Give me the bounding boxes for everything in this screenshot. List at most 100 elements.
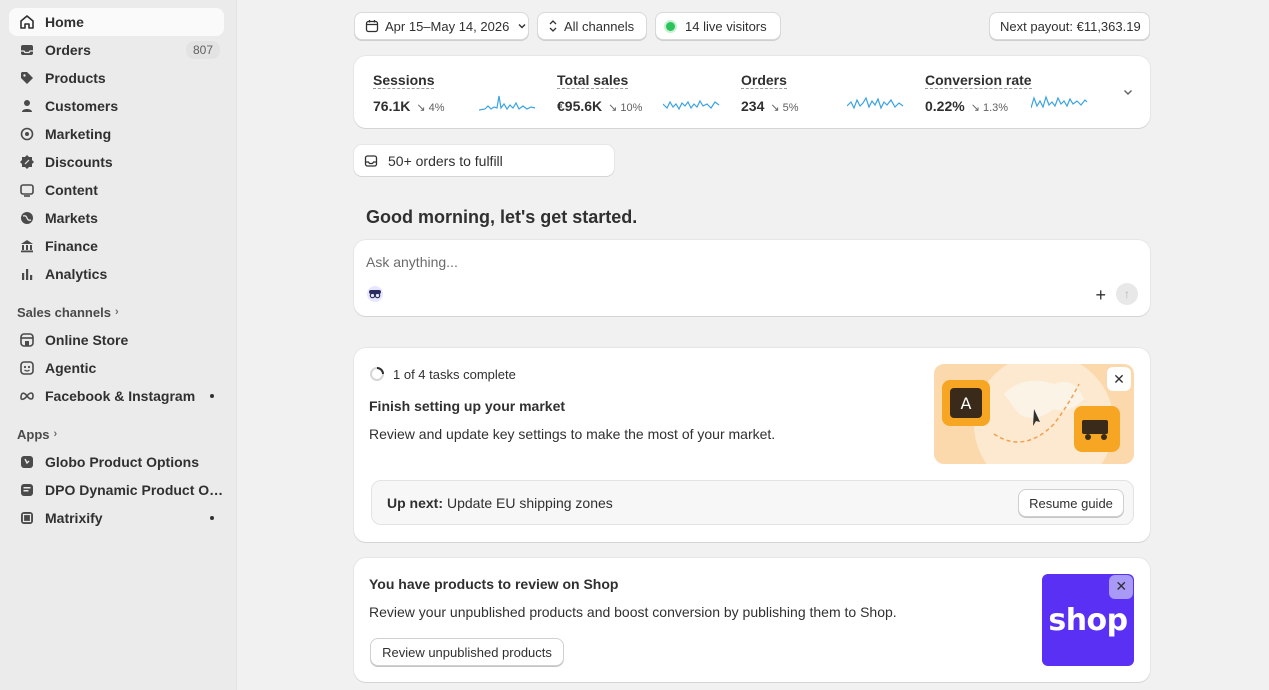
metrics-card[interactable]: Sessions 76.1K ↘ 4% Total sales €95.6K ↘ 1… (354, 56, 1150, 128)
target-icon (17, 124, 37, 144)
progress-ring-icon (370, 367, 384, 381)
metric-conversion-rate[interactable]: Conversion rate 0.22% ↘ 1.3% (925, 72, 1095, 114)
sidebar: Home Orders 807 Products Customers Marke… (0, 0, 237, 690)
nav-content[interactable]: Content (9, 176, 224, 204)
nav-label: Online Store (45, 332, 129, 348)
nav-matrixify[interactable]: Matrixify (9, 504, 224, 532)
person-icon (17, 96, 37, 116)
unread-dot (210, 516, 214, 520)
nav-products[interactable]: Products (9, 64, 224, 92)
ask-box[interactable]: Ask anything... + ↑ (354, 240, 1150, 316)
metric-title: Orders (741, 72, 787, 89)
nav-label: Customers (45, 98, 119, 114)
metric-title: Conversion rate (925, 72, 1032, 89)
bar-chart-icon (17, 264, 37, 284)
orders-to-fulfill-button[interactable]: 50+ orders to fulfill (354, 145, 614, 176)
nav-label: Analytics (45, 266, 108, 282)
task-progress: 1 of 4 tasks complete (369, 366, 516, 382)
nav-analytics[interactable]: Analytics (9, 260, 224, 288)
content-icon (17, 180, 37, 200)
progress-text: 1 of 4 tasks complete (393, 366, 516, 382)
store-icon (17, 330, 37, 350)
tag-icon (17, 68, 37, 88)
shop-review-card: You have products to review on Shop Revi… (354, 558, 1150, 682)
chevron-down-icon[interactable] (1122, 86, 1134, 101)
date-range-label: Apr 15–May 14, 2026 (385, 18, 510, 34)
close-icon[interactable]: ✕ (1107, 367, 1131, 391)
nav-home[interactable]: Home (9, 8, 224, 36)
setup-title: Finish setting up your market (369, 398, 566, 414)
conversion-rate-sparkline (1031, 95, 1088, 109)
inbox-icon (17, 40, 37, 60)
shop-title: You have products to review on Shop (369, 576, 619, 592)
market-setup-card: 1 of 4 tasks complete Finish setting up … (354, 348, 1150, 542)
nav-label: Finance (45, 238, 98, 254)
resume-guide-button[interactable]: Resume guide (1018, 489, 1124, 517)
channel-label: All channels (564, 18, 635, 34)
calendar-icon (365, 19, 379, 33)
next-payout-button[interactable]: Next payout: €11,363.19 (989, 12, 1150, 40)
orders-sparkline (847, 96, 904, 110)
apps-title: Apps (17, 426, 50, 442)
nav-orders[interactable]: Orders 807 (9, 36, 224, 64)
bank-icon (17, 236, 37, 256)
live-visitors-button[interactable]: 14 live visitors (655, 12, 781, 40)
metric-orders[interactable]: Orders 234 ↘ 5% (741, 72, 911, 114)
nav-label: Markets (45, 210, 98, 226)
ask-input[interactable]: Ask anything... (366, 254, 458, 270)
app-icon (17, 452, 37, 472)
nav-marketing[interactable]: Marketing (9, 120, 224, 148)
metric-value: 76.1K (373, 98, 411, 114)
apps-heading[interactable]: Apps › (17, 420, 224, 448)
meta-icon (17, 386, 37, 406)
total-sales-sparkline (663, 99, 720, 111)
nav-agentic[interactable]: Agentic (9, 354, 224, 382)
metric-change: ↘ 10% (608, 102, 643, 114)
nav-customers[interactable]: Customers (9, 92, 224, 120)
nav-markets[interactable]: Markets (9, 204, 224, 232)
nav-facebook-instagram[interactable]: Facebook & Instagram (9, 382, 224, 410)
nav-label: Discounts (45, 154, 113, 170)
svg-text:A: A (961, 394, 972, 413)
metric-total-sales[interactable]: Total sales €95.6K ↘ 10% (557, 72, 727, 114)
metric-title: Sessions (373, 72, 435, 89)
plus-icon[interactable]: + (1095, 285, 1106, 306)
market-illustration: A ✕ (934, 364, 1134, 464)
globe-icon (17, 208, 37, 228)
chevron-down-icon (517, 21, 527, 31)
metric-value: €95.6K (557, 98, 603, 114)
live-visitors-label: 14 live visitors (685, 18, 767, 34)
nav-discounts[interactable]: Discounts (9, 148, 224, 176)
nav-label: Facebook & Instagram (45, 388, 196, 404)
sessions-sparkline (479, 95, 536, 111)
send-arrow-icon[interactable]: ↑ (1116, 283, 1138, 305)
up-next-task: Update EU shipping zones (447, 494, 613, 511)
close-icon[interactable]: ✕ (1109, 575, 1133, 599)
metric-value: 234 (741, 98, 765, 114)
payout-label: Next payout: €11,363.19 (1000, 18, 1141, 34)
metric-value: 0.22% (925, 98, 965, 114)
nav-label: Marketing (45, 126, 112, 142)
up-next-row: Up next: Update EU shipping zones Resume… (371, 480, 1134, 525)
metric-title: Total sales (557, 72, 629, 89)
date-range-picker[interactable]: Apr 15–May 14, 2026 (354, 12, 529, 40)
nav-label: Globo Product Options (45, 454, 199, 470)
metric-change: ↘ 4% (416, 102, 445, 114)
nav-globo-product-options[interactable]: Globo Product Options (9, 448, 224, 476)
discount-icon (17, 152, 37, 172)
metric-sessions[interactable]: Sessions 76.1K ↘ 4% (373, 72, 543, 114)
chevron-right-icon: › (114, 306, 119, 318)
review-unpublished-products-button[interactable]: Review unpublished products (370, 638, 564, 666)
nav-online-store[interactable]: Online Store (9, 326, 224, 354)
channel-selector[interactable]: All channels (537, 12, 647, 40)
sidekick-avatar-icon (367, 286, 383, 302)
metric-change: ↘ 1.3% (970, 102, 1009, 114)
sales-channels-heading[interactable]: Sales channels › (17, 298, 224, 326)
shop-logo: shop ✕ (1042, 574, 1134, 666)
nav-label: DPO Dynamic Product Opt... (45, 482, 224, 498)
nav-dpo-dynamic-product-options[interactable]: DPO Dynamic Product Opt... (9, 476, 224, 504)
setup-description: Review and update key settings to make t… (369, 426, 776, 442)
agentic-icon (17, 358, 37, 378)
nav-label: Agentic (45, 360, 97, 376)
nav-finance[interactable]: Finance (9, 232, 224, 260)
